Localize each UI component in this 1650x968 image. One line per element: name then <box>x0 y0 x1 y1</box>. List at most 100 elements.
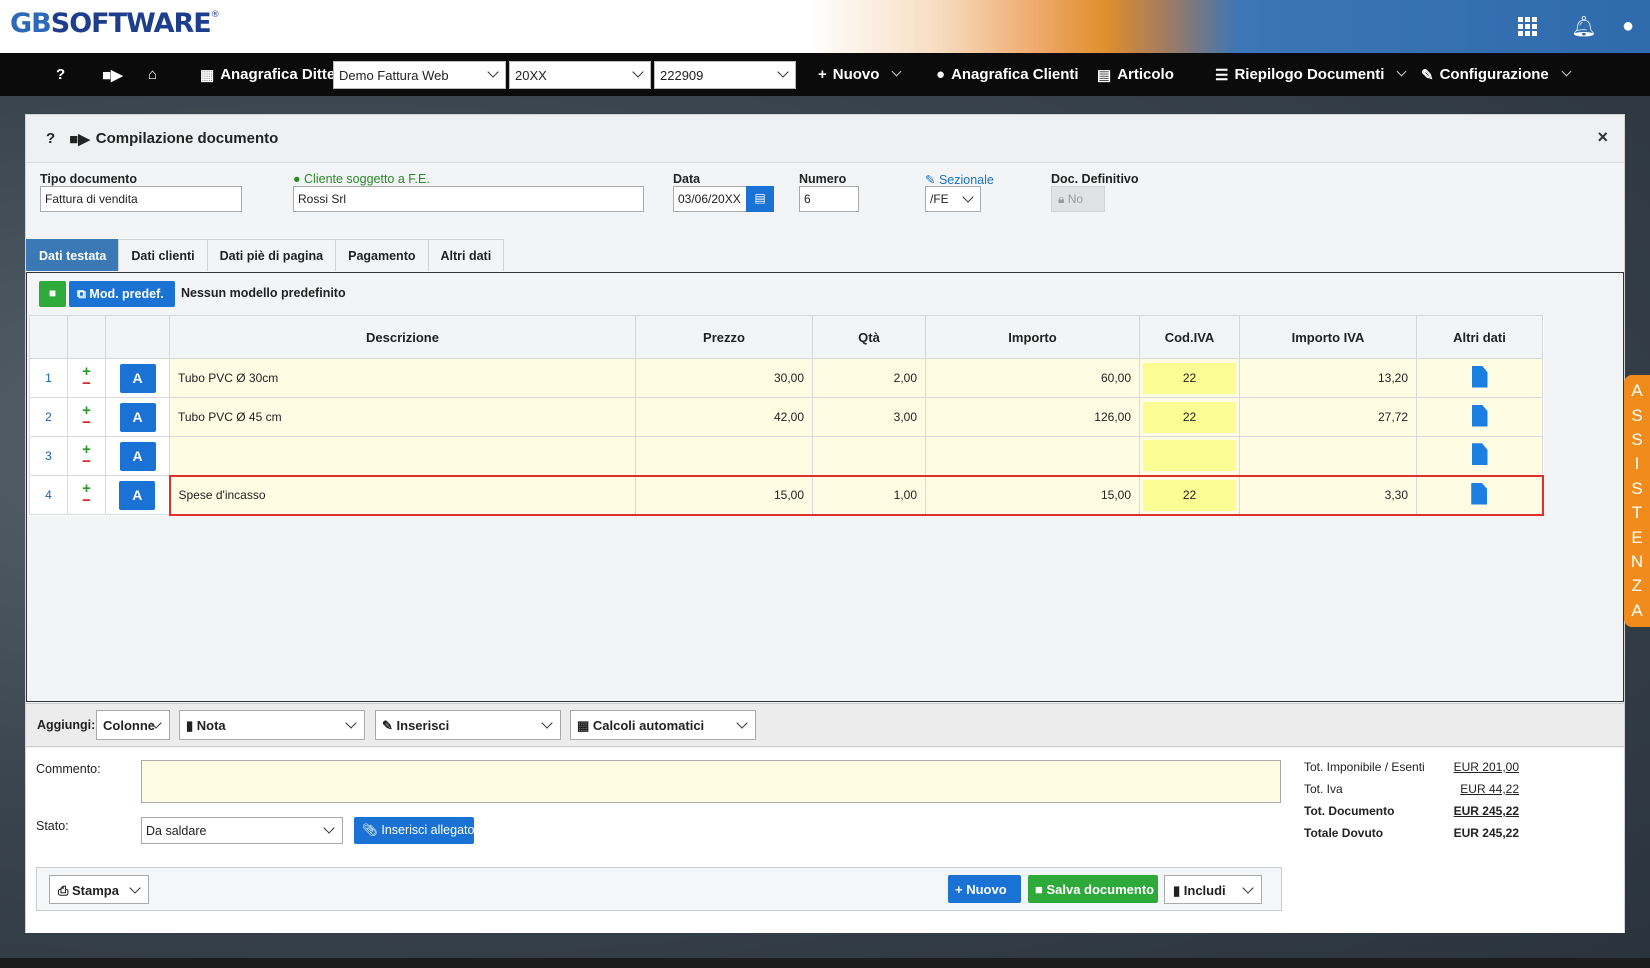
remove-row-icon[interactable]: − <box>68 454 105 469</box>
code-select[interactable]: 222909 <box>654 61 796 89</box>
inserisci-allegato-button[interactable]: 📎︎ Inserisci allegato <box>354 817 474 844</box>
col-header-altri-dati[interactable]: Altri dati <box>1416 315 1543 359</box>
article-button[interactable]: A <box>119 480 156 510</box>
apps-grid-icon[interactable] <box>1518 15 1562 38</box>
cell-qta[interactable]: 3,00 <box>812 397 926 437</box>
col-header-qta[interactable]: Qtà <box>812 315 926 359</box>
close-button[interactable]: × <box>1597 127 1608 148</box>
document-icon[interactable] <box>1471 443 1488 466</box>
nuovo-button[interactable]: + Nuovo <box>948 875 1021 903</box>
nota-dropdown[interactable]: ▮ Nota <box>179 710 365 740</box>
bell-icon[interactable]: 🔔︎ <box>1562 14 1606 39</box>
tab-dati-clienti[interactable]: Dati clienti <box>118 239 208 271</box>
tab-pagamento[interactable]: Pagamento <box>335 239 429 271</box>
mod-predef-button[interactable]: ⧉ Mod. predef. <box>69 281 175 307</box>
cell-descrizione[interactable]: Spese d'incasso <box>168 474 636 516</box>
stato-select[interactable]: Da saldare <box>141 817 343 844</box>
gb-software-logo[interactable]: GBSOFTWARE® <box>10 8 220 39</box>
cell-descrizione[interactable] <box>169 436 636 476</box>
action-bar: ⎙ Stampa + Nuovo ■ Salva documento ▮ Inc… <box>36 867 1282 911</box>
col-header-descrizione[interactable]: Descrizione <box>169 315 636 359</box>
sezionale-select[interactable]: /FE <box>925 186 981 212</box>
colonne-dropdown[interactable]: Colonne <box>96 710 170 740</box>
bottom-strip <box>0 958 1650 968</box>
commento-field[interactable] <box>141 760 1281 803</box>
cell-importo[interactable]: 126,00 <box>925 397 1140 437</box>
row-type-cell: A <box>105 397 170 437</box>
save-model-button[interactable]: ■ <box>39 281 66 307</box>
cell-prezzo[interactable]: 15,00 <box>635 474 813 516</box>
cell-qta[interactable]: 1,00 <box>812 474 926 516</box>
cell-cod-iva[interactable]: 22 <box>1139 358 1240 398</box>
cell-cod-iva[interactable] <box>1139 436 1240 476</box>
nav-anagrafica-ditte[interactable]: ▦ Anagrafica Ditte <box>200 53 335 96</box>
chevron-down-icon <box>129 882 141 894</box>
document-icon[interactable] <box>1471 365 1488 388</box>
includi-dropdown[interactable]: ▮ Includi <box>1164 875 1262 904</box>
remove-row-icon[interactable]: − <box>68 415 105 430</box>
cell-prezzo[interactable] <box>635 436 813 476</box>
tipo-documento-field[interactable]: Fattura di vendita <box>40 186 242 212</box>
help-button[interactable]: ? <box>46 130 55 147</box>
cell-prezzo[interactable]: 42,00 <box>635 397 813 437</box>
cell-importo[interactable] <box>925 436 1140 476</box>
stampa-dropdown[interactable]: ⎙ Stampa <box>49 875 149 904</box>
cell-qta[interactable]: 2,00 <box>812 358 926 398</box>
article-button[interactable]: A <box>119 402 156 432</box>
article-button[interactable]: A <box>119 363 156 393</box>
video-icon[interactable]: ■▶ <box>102 53 123 96</box>
inserisci-dropdown[interactable]: ✎ Inserisci <box>375 710 561 740</box>
row-type-cell: A <box>105 475 170 515</box>
col-header-prezzo[interactable]: Prezzo <box>635 315 813 359</box>
video-icon[interactable]: ■▶ <box>69 130 90 148</box>
cliente-field[interactable]: Rossi Srl <box>293 186 644 212</box>
remove-row-icon[interactable]: − <box>68 376 105 391</box>
cell-importo[interactable]: 15,00 <box>925 474 1140 516</box>
data-label: Data <box>673 172 701 186</box>
col-header-importo-iva[interactable]: Importo IVA <box>1239 315 1417 359</box>
tab-dati-testata[interactable]: Dati testata <box>26 239 120 271</box>
cliente-label[interactable]: ● Cliente soggetto a F.E. <box>293 172 430 186</box>
tab-content: ■ ⧉ Mod. predef. Nessun modello predefin… <box>26 272 1624 702</box>
row-add-remove: + − <box>67 475 106 515</box>
remove-row-icon[interactable]: − <box>68 493 105 508</box>
salva-documento-button[interactable]: ■ Salva documento <box>1028 875 1158 903</box>
home-icon[interactable]: ⌂ <box>148 53 157 96</box>
col-header-importo[interactable]: Importo <box>925 315 1140 359</box>
cell-descrizione[interactable]: Tubo PVC Ø 45 cm <box>169 397 636 437</box>
doc-definitivo-toggle[interactable]: 🔒︎ No <box>1051 186 1105 212</box>
tab-altri-dati[interactable]: Altri dati <box>427 239 505 271</box>
tab-dati-pie-di-pagina[interactable]: Dati piè di pagina <box>206 239 337 271</box>
cell-cod-iva[interactable]: 22 <box>1139 474 1240 516</box>
company-select[interactable]: Demo Fattura Web <box>333 61 506 89</box>
article-button[interactable]: A <box>119 441 156 471</box>
cell-prezzo[interactable]: 30,00 <box>635 358 813 398</box>
nav-anagrafica-clienti[interactable]: ● Anagrafica Clienti <box>936 53 1079 96</box>
document-icon[interactable] <box>1471 482 1488 505</box>
nav-articolo[interactable]: ▤ Articolo <box>1097 53 1174 96</box>
cell-importo[interactable]: 60,00 <box>925 358 1140 398</box>
cell-qta[interactable] <box>812 436 926 476</box>
cell-altri-dati <box>1416 358 1543 398</box>
nav-nuovo[interactable]: + Nuovo <box>818 53 902 96</box>
user-circle-icon[interactable]: ● <box>1606 15 1650 38</box>
top-header: GBSOFTWARE® 🔔︎ ● <box>0 0 1650 53</box>
tipo-documento-label: Tipo documento <box>40 172 137 186</box>
help-button[interactable]: ? <box>56 53 65 96</box>
nav-configurazione[interactable]: ✎ Configurazione <box>1421 53 1572 96</box>
document-icon[interactable] <box>1471 404 1488 427</box>
edit-icon: ✎ <box>382 718 397 733</box>
cell-cod-iva[interactable]: 22 <box>1139 397 1240 437</box>
col-header-type <box>105 315 170 359</box>
calendar-icon[interactable]: ▤ <box>746 186 774 212</box>
assistenza-tab[interactable]: ASSISTENZA <box>1624 375 1650 627</box>
calcoli-dropdown[interactable]: ▦ Calcoli automatici <box>570 710 756 740</box>
col-header-cod-iva[interactable]: Cod.IVA <box>1139 315 1240 359</box>
nav-riepilogo-documenti[interactable]: ☰ Riepilogo Documenti <box>1215 53 1407 96</box>
data-field[interactable]: 03/06/20XX <box>673 186 747 212</box>
sezionale-label[interactable]: ✎ Sezionale <box>925 172 994 187</box>
numero-field[interactable]: 6 <box>799 186 859 212</box>
row-type-cell: A <box>105 358 170 398</box>
cell-descrizione[interactable]: Tubo PVC Ø 30cm <box>169 358 636 398</box>
year-select[interactable]: 20XX <box>509 61 651 89</box>
